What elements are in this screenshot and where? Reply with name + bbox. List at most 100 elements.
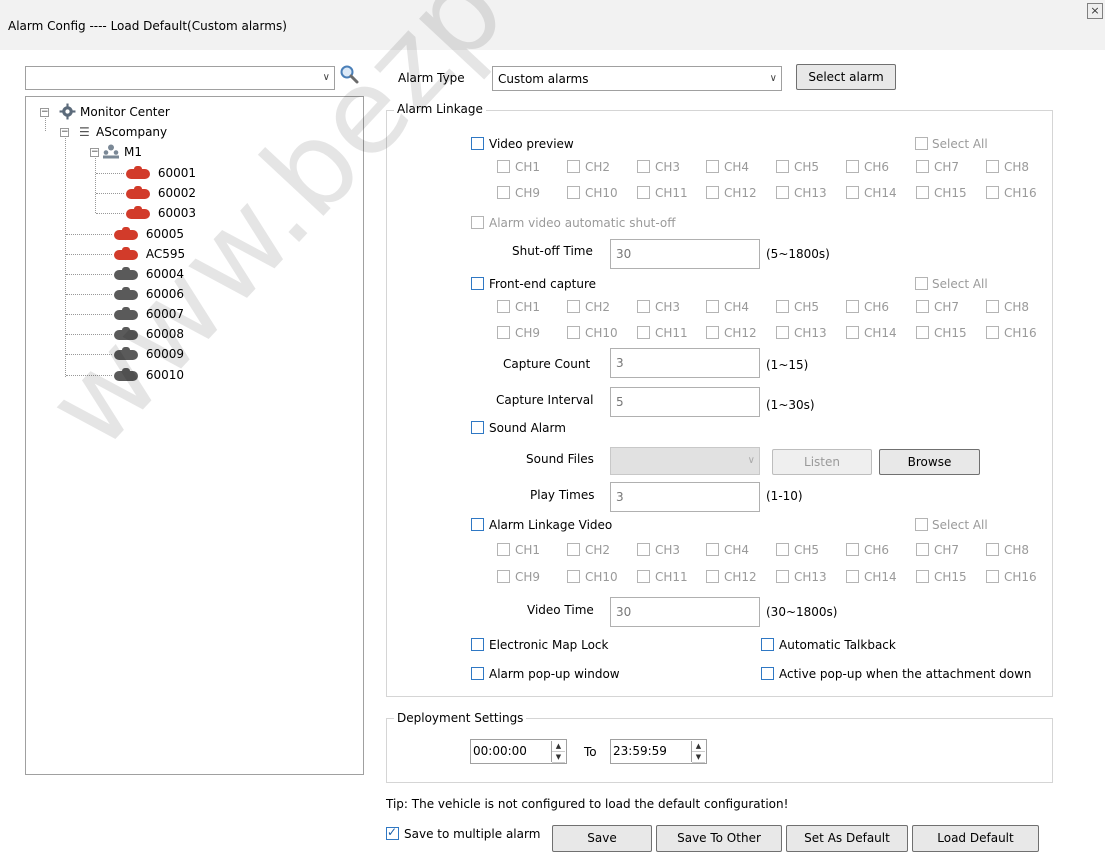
alarm-type-select[interactable]: Custom alarms ∨ (492, 66, 782, 91)
load-default-button[interactable]: Load Default (912, 825, 1039, 852)
channel-checkbox[interactable] (846, 300, 859, 313)
spin-buttons[interactable]: ▲ ▼ (551, 741, 565, 763)
channel-checkbox[interactable] (986, 300, 999, 313)
video-preview-select-all-checkbox[interactable] (915, 137, 928, 150)
shutoff-time-input[interactable]: 30 (610, 239, 760, 269)
channel-checkbox[interactable] (986, 160, 999, 173)
listen-button[interactable]: Listen (772, 449, 872, 475)
channel-checkbox[interactable] (637, 326, 650, 339)
linkage-video-select-all-checkbox[interactable] (915, 518, 928, 531)
auto-talkback-checkbox[interactable] (761, 638, 774, 651)
channel-checkbox[interactable] (497, 543, 510, 556)
popup-window-checkbox[interactable] (471, 667, 484, 680)
active-popup-checkbox[interactable] (761, 667, 774, 680)
capture-interval-input[interactable]: 5 (610, 387, 760, 417)
channel-checkbox[interactable] (497, 160, 510, 173)
channel-checkbox[interactable] (776, 543, 789, 556)
tree-node-vehicle[interactable]: 60006 (114, 285, 184, 303)
chevron-down-icon[interactable]: ∨ (770, 73, 777, 84)
channel-checkbox[interactable] (497, 186, 510, 199)
channel-checkbox[interactable] (567, 300, 580, 313)
close-icon[interactable]: × (1087, 3, 1103, 19)
channel-checkbox[interactable] (637, 300, 650, 313)
sound-files-select[interactable]: ∨ (610, 447, 760, 475)
chevron-down-icon[interactable]: ∨ (323, 72, 330, 83)
play-times-input[interactable]: 3 (610, 482, 760, 512)
tree-node-vehicle[interactable]: 60010 (114, 366, 184, 384)
channel-checkbox[interactable] (776, 300, 789, 313)
channel-checkbox[interactable] (637, 570, 650, 583)
search-icon[interactable] (339, 64, 359, 84)
tree-node-vehicle[interactable]: 60005 (114, 225, 184, 243)
save-multiple-checkbox[interactable] (386, 825, 399, 840)
channel-checkbox[interactable] (846, 543, 859, 556)
shutoff-time-unit: (5~1800s) (766, 247, 830, 261)
save-to-other-button[interactable]: Save To Other (656, 825, 782, 852)
channel-checkbox[interactable] (916, 543, 929, 556)
channel-checkbox[interactable] (706, 186, 719, 199)
map-lock-checkbox[interactable] (471, 638, 484, 651)
channel-checkbox[interactable] (706, 326, 719, 339)
channel-checkbox[interactable] (497, 326, 510, 339)
tree-node-vehicle[interactable]: 60001 (126, 164, 196, 182)
channel-label: CH6 (864, 300, 890, 314)
channel-checkbox[interactable] (846, 186, 859, 199)
start-time-input[interactable]: 00:00:00 ▲ ▼ (470, 739, 567, 764)
channel-checkbox[interactable] (846, 570, 859, 583)
channel-checkbox[interactable] (706, 570, 719, 583)
channel-checkbox[interactable] (986, 543, 999, 556)
channel-checkbox[interactable] (637, 186, 650, 199)
people-icon (103, 144, 119, 159)
set-as-default-button[interactable]: Set As Default (786, 825, 908, 852)
channel-checkbox[interactable] (497, 300, 510, 313)
tree-node-vehicle[interactable]: 60002 (126, 184, 196, 202)
browse-button[interactable]: Browse (879, 449, 980, 475)
search-input[interactable]: ∨ (25, 66, 335, 90)
channel-checkbox[interactable] (916, 186, 929, 199)
tree-node-vehicle[interactable]: 60007 (114, 305, 184, 323)
channel-checkbox[interactable] (706, 160, 719, 173)
chevron-down-icon[interactable]: ∨ (748, 455, 755, 466)
channel-checkbox[interactable] (846, 160, 859, 173)
end-time-input[interactable]: 23:59:59 ▲ ▼ (610, 739, 707, 764)
channel-checkbox[interactable] (567, 570, 580, 583)
video-time-input[interactable]: 30 (610, 597, 760, 627)
linkage-video-checkbox[interactable] (471, 518, 484, 531)
select-alarm-button[interactable]: Select alarm (796, 64, 896, 90)
channel-checkbox[interactable] (706, 300, 719, 313)
channel-checkbox[interactable] (497, 570, 510, 583)
channel-checkbox[interactable] (567, 160, 580, 173)
sound-alarm-checkbox[interactable] (471, 421, 484, 434)
tree-node-vehicle[interactable]: 60008 (114, 325, 184, 343)
save-button[interactable]: Save (552, 825, 652, 852)
channel-checkbox[interactable] (846, 326, 859, 339)
channel-checkbox[interactable] (776, 186, 789, 199)
tree-node-vehicle[interactable]: AC595 (114, 245, 185, 263)
channel-checkbox[interactable] (776, 160, 789, 173)
channel-checkbox[interactable] (567, 186, 580, 199)
auto-shutoff-checkbox[interactable] (471, 216, 484, 229)
front-capture-select-all-checkbox[interactable] (915, 277, 928, 290)
front-capture-checkbox[interactable] (471, 277, 484, 290)
tree-node-vehicle[interactable]: 60003 (126, 204, 196, 222)
channel-checkbox[interactable] (916, 160, 929, 173)
channel-checkbox[interactable] (916, 300, 929, 313)
channel-checkbox[interactable] (776, 570, 789, 583)
channel-checkbox[interactable] (706, 543, 719, 556)
channel-checkbox[interactable] (986, 186, 999, 199)
channel-checkbox[interactable] (986, 570, 999, 583)
channel-checkbox[interactable] (916, 326, 929, 339)
device-tree[interactable]: − Monitor Center − ☰ AScompany − M1 6000… (25, 96, 364, 775)
video-preview-checkbox[interactable] (471, 137, 484, 150)
channel-checkbox[interactable] (637, 543, 650, 556)
channel-checkbox[interactable] (637, 160, 650, 173)
channel-checkbox[interactable] (567, 326, 580, 339)
tree-node-vehicle[interactable]: 60009 (114, 345, 184, 363)
channel-checkbox[interactable] (986, 326, 999, 339)
channel-checkbox[interactable] (916, 570, 929, 583)
spin-buttons[interactable]: ▲ ▼ (691, 741, 705, 763)
capture-count-input[interactable]: 3 (610, 348, 760, 378)
channel-checkbox[interactable] (776, 326, 789, 339)
channel-checkbox[interactable] (567, 543, 580, 556)
tree-node-vehicle[interactable]: 60004 (114, 265, 184, 283)
